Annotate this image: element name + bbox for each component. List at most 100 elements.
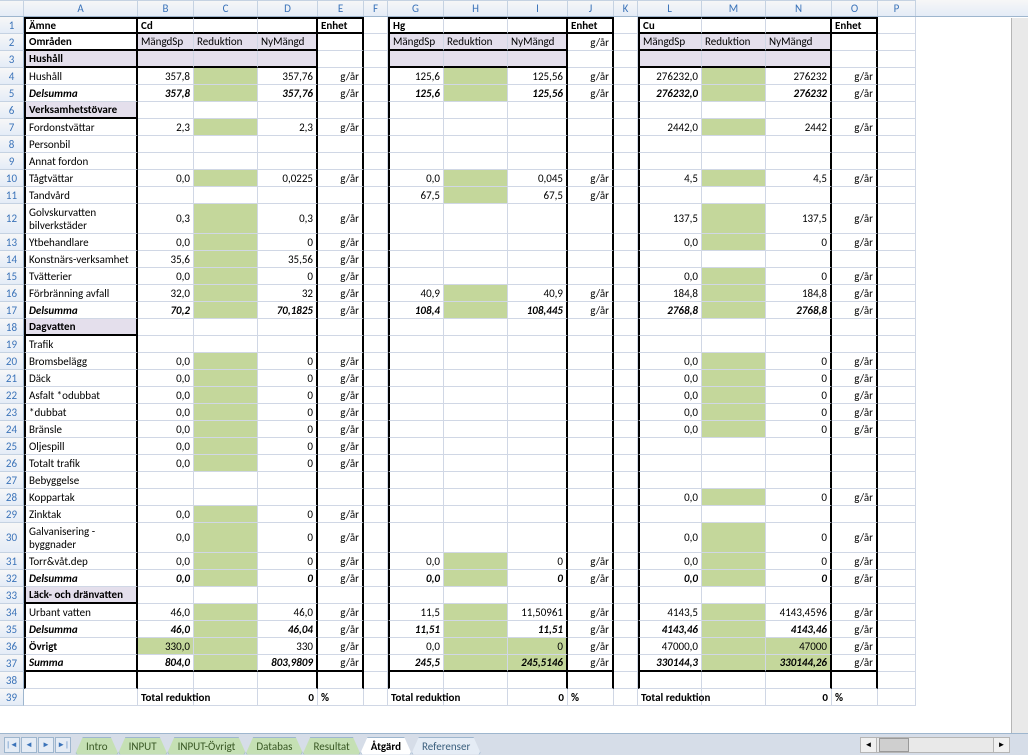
row-label[interactable]: Förbränning avfall: [24, 285, 138, 302]
row-31[interactable]: 31: [0, 553, 24, 570]
col-D[interactable]: D: [258, 0, 318, 16]
row-11[interactable]: 11: [0, 187, 24, 204]
row-8[interactable]: 8: [0, 136, 24, 153]
row-29[interactable]: 29: [0, 506, 24, 523]
sheet-tab-Referenser[interactable]: Referenser: [411, 737, 481, 755]
sheet-tab-Resultat[interactable]: Resultat: [302, 737, 360, 755]
row-label[interactable]: [24, 672, 138, 689]
row-9[interactable]: 9: [0, 153, 24, 170]
row-38[interactable]: 38: [0, 672, 24, 689]
row-14[interactable]: 14: [0, 251, 24, 268]
row-label[interactable]: Bebyggelse: [24, 472, 138, 489]
col-G[interactable]: G: [388, 0, 444, 16]
row-label[interactable]: Bränsle: [24, 421, 138, 438]
row-label[interactable]: Koppartak: [24, 489, 138, 506]
row-label[interactable]: Bromsbelägg: [24, 353, 138, 370]
header-cu[interactable]: Cu: [638, 17, 702, 34]
row-26[interactable]: 26: [0, 455, 24, 472]
row-label[interactable]: Fordonstvättar: [24, 119, 138, 136]
col-I[interactable]: I: [508, 0, 568, 16]
header-nym-1[interactable]: NyMängd: [258, 34, 318, 51]
row-label[interactable]: Tvätterier: [24, 268, 138, 285]
row-13[interactable]: 13: [0, 234, 24, 251]
col-A[interactable]: A: [24, 0, 138, 16]
horizontal-scrollbar[interactable]: ◄ ►: [860, 737, 1010, 753]
row-label[interactable]: Zinktak: [24, 506, 138, 523]
row-37[interactable]: 37: [0, 655, 24, 672]
row-label[interactable]: Delsumma: [24, 621, 138, 638]
tab-nav-first[interactable]: |◄: [4, 737, 20, 753]
row-5[interactable]: 5: [0, 85, 24, 102]
row-18[interactable]: 18: [0, 319, 24, 336]
row-15[interactable]: 15: [0, 268, 24, 285]
tab-nav-last[interactable]: ►|: [55, 737, 71, 753]
header-mangd-1[interactable]: MängdSp: [138, 34, 194, 51]
row-24[interactable]: 24: [0, 421, 24, 438]
row-33[interactable]: 33: [0, 587, 24, 604]
row-label[interactable]: Övrigt: [24, 638, 138, 655]
row-3[interactable]: 3: [0, 51, 24, 68]
row-20[interactable]: 20: [0, 353, 24, 370]
header-enhet-2[interactable]: Enhet: [568, 17, 614, 34]
hscroll-left[interactable]: ◄: [861, 738, 877, 752]
row-36[interactable]: 36: [0, 638, 24, 655]
row-label[interactable]: Verksamhetstövare: [24, 102, 138, 119]
row-label[interactable]: Urbant vatten: [24, 604, 138, 621]
row-label[interactable]: Galvanisering - byggnader: [24, 523, 138, 553]
header-hg[interactable]: Hg: [388, 17, 444, 34]
section-hushall[interactable]: Hushåll: [24, 51, 138, 68]
col-F[interactable]: F: [364, 0, 388, 16]
col-K[interactable]: K: [614, 0, 638, 16]
row-2[interactable]: 2: [0, 34, 24, 51]
header-enhet-1[interactable]: Enhet: [318, 17, 364, 34]
col-N[interactable]: N: [766, 0, 832, 16]
row-16[interactable]: 16: [0, 285, 24, 302]
row-22[interactable]: 22: [0, 387, 24, 404]
row-label[interactable]: Tandvård: [24, 187, 138, 204]
sheet-tab-INPUT-Övrigt[interactable]: INPUT-Övrigt: [167, 737, 247, 755]
row-label[interactable]: Annat fordon: [24, 153, 138, 170]
row-4[interactable]: 4: [0, 68, 24, 85]
row-label[interactable]: Delsumma: [24, 570, 138, 587]
row-19[interactable]: 19: [0, 336, 24, 353]
col-H[interactable]: H: [444, 0, 508, 16]
header-red-1[interactable]: Reduktion: [194, 34, 258, 51]
sheet-tab-Databas[interactable]: Databas: [245, 737, 303, 755]
row-label[interactable]: Personbil: [24, 136, 138, 153]
sheet-tab-Intro[interactable]: Intro: [75, 737, 119, 755]
row-1[interactable]: 1: [0, 17, 24, 34]
sheet-tab-Åtgärd[interactable]: Åtgärd: [360, 737, 412, 755]
row-10[interactable]: 10: [0, 170, 24, 187]
row-label[interactable]: Totalt trafik: [24, 455, 138, 472]
vertical-scrollbar[interactable]: [1011, 18, 1028, 733]
row-label[interactable]: Ytbehandlare: [24, 234, 138, 251]
row-label[interactable]: Golvskurvatten bilverkstäder: [24, 204, 138, 234]
row-30[interactable]: 30: [0, 523, 24, 553]
total-reduktion-val-1[interactable]: 0: [258, 689, 318, 706]
row-label[interactable]: Dagvatten: [24, 319, 138, 336]
row-label[interactable]: Summa: [24, 655, 138, 672]
row-12[interactable]: 12: [0, 204, 24, 234]
row-25[interactable]: 25: [0, 438, 24, 455]
row-label[interactable]: Däck: [24, 370, 138, 387]
row-7[interactable]: 7: [0, 119, 24, 136]
row-label[interactable]: Hushåll: [24, 68, 138, 85]
row-6[interactable]: 6: [0, 102, 24, 119]
header-amne[interactable]: Ämne: [24, 17, 138, 34]
row-label[interactable]: Läck- och dränvatten: [24, 587, 138, 604]
col-M[interactable]: M: [702, 0, 766, 16]
row-35[interactable]: 35: [0, 621, 24, 638]
row-32[interactable]: 32: [0, 570, 24, 587]
hscroll-right[interactable]: ►: [993, 738, 1009, 752]
col-L[interactable]: L: [638, 0, 702, 16]
row-label[interactable]: Trafik: [24, 336, 138, 353]
col-E[interactable]: E: [318, 0, 364, 16]
col-J[interactable]: J: [568, 0, 614, 16]
col-C[interactable]: C: [194, 0, 258, 16]
row-label[interactable]: *dubbat: [24, 404, 138, 421]
row-label[interactable]: Konstnärs-verksamhet: [24, 251, 138, 268]
col-O[interactable]: O: [832, 0, 878, 16]
header-omraden[interactable]: Områden: [24, 34, 138, 51]
tab-nav-prev[interactable]: ◄: [21, 737, 37, 753]
row-label[interactable]: Delsumma: [24, 85, 138, 102]
